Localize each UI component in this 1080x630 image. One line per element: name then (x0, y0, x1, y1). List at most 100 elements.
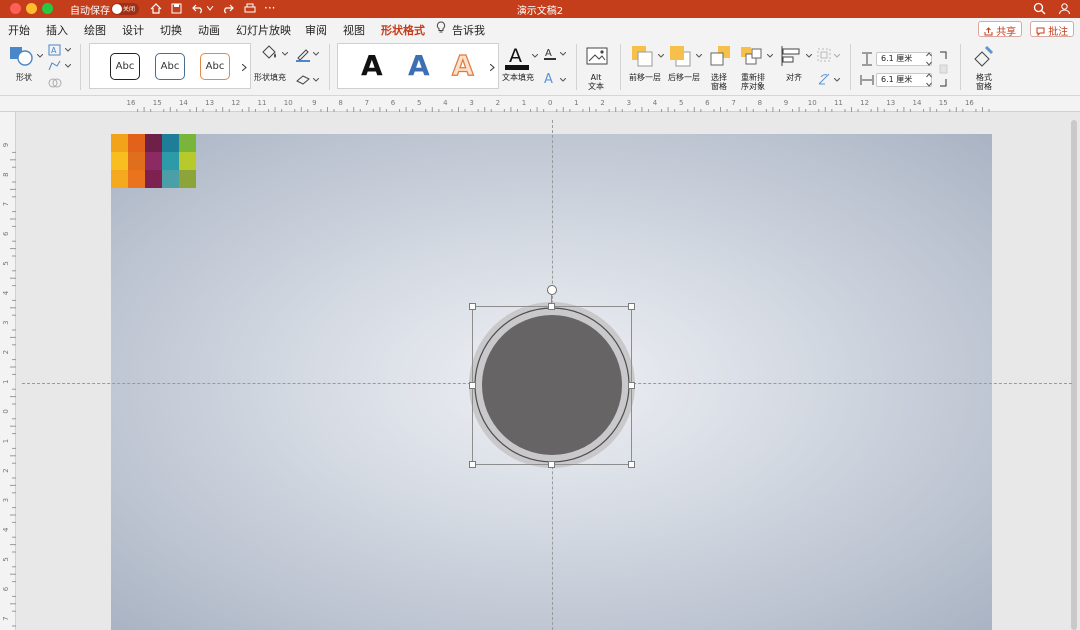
ruler-label: 4 (653, 99, 658, 107)
send-backward-icon[interactable] (669, 45, 693, 67)
tab-slideshow[interactable]: 幻灯片放映 (236, 22, 291, 38)
resize-handle-bottom-right[interactable] (628, 461, 635, 468)
tab-view[interactable]: 视图 (343, 22, 365, 38)
text-box-icon[interactable]: A (48, 44, 62, 56)
ruler-label: 13 (205, 99, 214, 107)
ruler-label: 3 (2, 320, 10, 324)
tab-insert[interactable]: 插入 (46, 22, 68, 38)
shape-style-1[interactable]: Abc (110, 53, 140, 80)
palette-swatch (111, 152, 128, 170)
shape-effects-dropdown-icon[interactable] (313, 78, 319, 82)
tab-animations[interactable]: 动画 (198, 22, 220, 38)
paint-bucket-icon[interactable] (259, 44, 279, 62)
horizontal-ruler: 16 15 14 13 12 11 10 9 8 7 6 5 4 3 2 1 0 1 2 3 4 5 6 7 8 9 10 11 12 1… (0, 96, 1080, 112)
group-objects-icon[interactable] (817, 48, 831, 62)
resize-handle-bottom[interactable] (548, 461, 555, 468)
selection-pane-icon[interactable] (709, 45, 733, 67)
text-fill-icon[interactable]: A (504, 44, 530, 72)
ribbon-shape-format: 形状 A Abc Abc Abc 形状填充 A A A A 文本填充 A A A… (0, 40, 1080, 111)
rotate-icon[interactable] (817, 72, 831, 86)
text-effects-icon[interactable]: A (543, 71, 557, 85)
lock-aspect-ratio-icon[interactable] (938, 51, 949, 87)
vertical-scrollbar[interactable] (1071, 120, 1077, 630)
reorder-objects-icon[interactable] (740, 45, 764, 67)
shape-style-2[interactable]: Abc (155, 53, 185, 80)
text-effects-dropdown-icon[interactable] (560, 78, 566, 82)
bring-forward-icon[interactable] (631, 45, 655, 67)
resize-handle-top-right[interactable] (628, 303, 635, 310)
text-outline-dropdown-icon[interactable] (560, 52, 566, 56)
ruler-label: 15 (153, 99, 162, 107)
wordart-style-3[interactable]: A (451, 49, 474, 82)
edit-shape-dropdown-icon[interactable] (65, 64, 71, 68)
group-dropdown-icon[interactable] (834, 54, 840, 58)
ruler-label: 4 (2, 290, 10, 295)
share-button[interactable]: 共享 (978, 21, 1022, 38)
height-stepper-icon[interactable] (926, 51, 932, 67)
shape-effects-icon[interactable] (295, 73, 311, 85)
shape-height-input[interactable]: 6.1 厘米 (876, 52, 932, 66)
send-backward-dropdown-icon[interactable] (696, 54, 702, 58)
shape-styles-gallery: Abc Abc Abc (89, 43, 251, 89)
svg-text:A: A (544, 72, 553, 85)
account-icon[interactable] (1058, 2, 1071, 15)
tab-design[interactable]: 设计 (122, 22, 144, 38)
text-box-dropdown-icon[interactable] (65, 48, 71, 52)
width-stepper-icon[interactable] (926, 72, 932, 88)
shape-width-value: 6.1 厘米 (881, 75, 913, 84)
resize-handle-top-left[interactable] (469, 303, 476, 310)
ribbon-separator (576, 44, 577, 90)
svg-text:A: A (509, 45, 522, 67)
wordart-style-1[interactable]: A (361, 50, 383, 82)
rotation-handle[interactable] (547, 285, 557, 295)
tab-review[interactable]: 审阅 (305, 22, 327, 38)
send-backward-label: 后移一层 (668, 73, 700, 82)
merge-shapes-icon[interactable] (48, 77, 62, 89)
text-outline-icon[interactable]: A (543, 46, 557, 60)
tab-home[interactable]: 开始 (8, 22, 30, 38)
ruler-label: 1 (2, 439, 10, 443)
ruler-label: 12 (231, 99, 240, 107)
ruler-label: 2 (2, 350, 10, 354)
share-icon (984, 27, 993, 36)
ruler-label: 5 (2, 261, 10, 265)
edit-shape-icon[interactable] (48, 60, 62, 72)
ruler-label: 6 (391, 99, 396, 107)
shape-outline-dropdown-icon[interactable] (313, 52, 319, 56)
format-pane-icon[interactable] (972, 45, 996, 69)
tab-transitions[interactable]: 切换 (160, 22, 182, 38)
tab-shape-format[interactable]: 形状格式 (381, 22, 425, 42)
reorder-dropdown-icon[interactable] (767, 54, 773, 58)
shapes-icon[interactable] (9, 45, 35, 67)
tell-me-search[interactable]: 告诉我 (452, 22, 485, 38)
shape-style-3[interactable]: Abc (200, 53, 230, 80)
text-fill-dropdown-icon[interactable] (532, 54, 538, 58)
align-dropdown-icon[interactable] (806, 54, 812, 58)
resize-handle-top[interactable] (548, 303, 555, 310)
shapes-dropdown-icon[interactable] (37, 54, 43, 58)
resize-handle-bottom-left[interactable] (469, 461, 476, 468)
ruler-label: 8 (2, 172, 10, 176)
shape-outline-icon[interactable] (295, 46, 311, 62)
gallery-more-icon[interactable] (242, 64, 247, 71)
ruler-label: 13 (886, 99, 895, 107)
ruler-label: 7 (2, 616, 10, 620)
ribbon-separator (80, 44, 81, 90)
comments-button[interactable]: 批注 (1030, 21, 1074, 38)
search-icon[interactable] (1033, 2, 1046, 15)
ruler-label: 8 (758, 99, 762, 107)
shape-width-input[interactable]: 6.1 厘米 (876, 73, 932, 87)
shape-fill-label: 形状填充 (254, 73, 286, 82)
wordart-more-icon[interactable] (490, 64, 495, 71)
ruler-label: 11 (834, 99, 843, 107)
tab-draw[interactable]: 绘图 (84, 22, 106, 38)
wordart-style-2[interactable]: A (408, 50, 430, 82)
resize-handle-right[interactable] (628, 382, 635, 389)
rotate-dropdown-icon[interactable] (834, 78, 840, 82)
resize-handle-left[interactable] (469, 382, 476, 389)
shape-fill-dropdown-icon[interactable] (282, 52, 288, 56)
bring-forward-label: 前移一层 (629, 73, 661, 82)
align-icon[interactable] (779, 45, 803, 67)
bring-forward-dropdown-icon[interactable] (658, 54, 664, 58)
alt-text-icon[interactable] (586, 46, 610, 68)
